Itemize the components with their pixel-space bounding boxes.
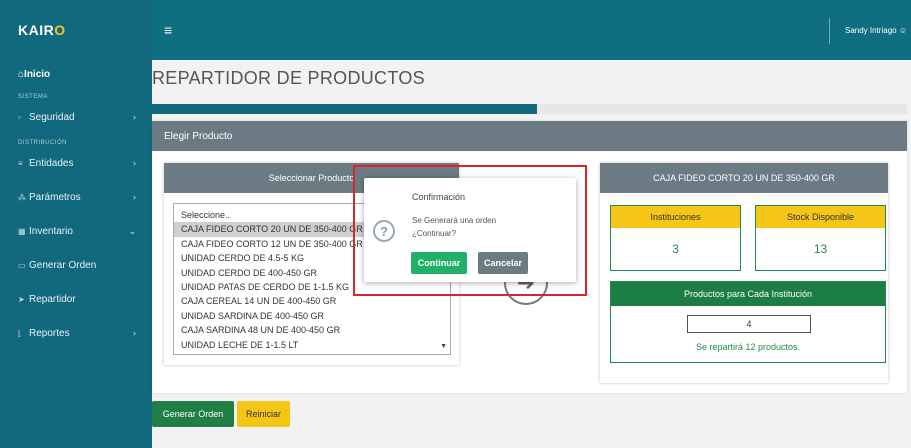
brand-logo[interactable]: KAIR O <box>0 0 152 60</box>
sidebar-item-generar-orden[interactable]: ▭ Generar Orden <box>0 248 152 282</box>
user-name: Sandy Intriago <box>845 26 897 35</box>
topbar-divider <box>829 18 830 44</box>
sidebar-item-label: Reportes <box>29 327 70 339</box>
product-info-title: CAJA FIDEO CORTO 20 UN DE 350-400 GR <box>600 163 888 193</box>
sidebar-item-label: Parámetros <box>29 191 81 203</box>
chevron-right-icon: › <box>133 158 136 168</box>
sidebar-item-label: Entidades <box>29 157 74 169</box>
product-option[interactable]: CAJA CEREAL 14 UN DE 400-450 GR <box>174 294 450 308</box>
sidebar-section-distribucion: DISTRIBUCIÓN <box>18 140 68 146</box>
brand-accent: O <box>54 22 66 38</box>
sitemap-icon: ⁂ <box>18 192 26 202</box>
send-icon: ➤ <box>18 294 25 304</box>
table-icon: ▦ <box>18 226 26 236</box>
sidebar-item-entidades[interactable]: ≡ Entidades › <box>0 146 152 180</box>
chart-icon: ⌊ <box>18 328 22 338</box>
lock-icon: ▫ <box>18 112 21 122</box>
repartira-text: Se repartirá 12 productos. <box>695 342 801 352</box>
progress-bar <box>152 104 907 114</box>
sidebar: KAIR O ⌂ Inicio SISTEMA ▫ Seguridad › DIS… <box>0 0 152 448</box>
chevron-down-icon: ⌄ <box>128 225 136 236</box>
dialog-title: Confirmación <box>412 192 466 202</box>
productos-por-institucion-box: Productos para Cada Institución 4 Se rep… <box>610 281 886 363</box>
sidebar-item-inventario[interactable]: ▦ Inventario ⌄ <box>0 214 152 248</box>
topbar: ≡ Sandy Intriago ☺ <box>152 0 911 60</box>
product-option[interactable]: UNIDAD SARDINA DE 400-450 GR <box>174 309 450 323</box>
panel-title: Elegir Producto <box>152 121 907 151</box>
product-option[interactable]: UNIDAD LECHE DE 1-1.5 LT <box>174 338 450 352</box>
scroll-down-icon[interactable]: ▼ <box>440 343 447 350</box>
sidebar-item-label: Repartidor <box>29 293 76 305</box>
instituciones-stat: Instituciones 3 <box>610 205 741 271</box>
sidebar-item-reportes[interactable]: ⌊ Reportes › <box>0 316 152 350</box>
product-info-card: CAJA FIDEO CORTO 20 UN DE 350-400 GR Ins… <box>600 163 888 383</box>
reiniciar-button[interactable]: Reiniciar <box>237 401 290 427</box>
sidebar-item-seguridad[interactable]: ▫ Seguridad › <box>0 100 152 134</box>
sidebar-item-repartidor[interactable]: ➤ Repartidor <box>0 282 152 316</box>
sidebar-item-label: Inventario <box>29 225 73 237</box>
chevron-right-icon: › <box>133 192 136 202</box>
confirmation-dialog: Confirmación ? Se Generará una orden ¿Co… <box>364 178 576 282</box>
page-title: REPARTIDOR DE PRODUCTOS <box>152 68 425 88</box>
dialog-message-line1: Se Generará una orden <box>412 216 497 225</box>
card-icon: ▭ <box>18 260 26 270</box>
chevron-right-icon: › <box>133 112 136 122</box>
sidebar-section-sistema: SISTEMA <box>18 94 48 100</box>
sidebar-item-label: Inicio <box>24 68 51 80</box>
hamburger-menu-icon[interactable]: ≡ <box>164 22 172 38</box>
generar-orden-button[interactable]: Generar Orden <box>152 401 234 427</box>
cancelar-button[interactable]: Cancelar <box>478 252 528 274</box>
sidebar-item-parametros[interactable]: ⁂ Parámetros › <box>0 180 152 214</box>
user-icon: ☺ <box>898 26 907 35</box>
productos-por-institucion-label: Productos para Cada Institución <box>611 282 885 306</box>
product-option[interactable]: CAJA SARDINA 48 UN DE 400-450 GR <box>174 323 450 337</box>
continuar-button[interactable]: Continuar <box>411 252 467 274</box>
instituciones-value: 3 <box>672 242 679 256</box>
list-icon: ≡ <box>18 158 23 168</box>
question-icon: ? <box>373 220 395 242</box>
sidebar-item-label: Seguridad <box>29 111 75 123</box>
stock-label: Stock Disponible <box>756 206 885 228</box>
brand-main: KAIR <box>18 22 55 38</box>
sidebar-item-label: Generar Orden <box>29 259 97 271</box>
sidebar-item-inicio[interactable]: ⌂ Inicio <box>0 60 152 88</box>
dialog-message-line2: ¿Continuar? <box>412 229 457 238</box>
quantity-input[interactable]: 4 <box>687 315 811 333</box>
stock-stat: Stock Disponible 13 <box>755 205 886 271</box>
chevron-right-icon: › <box>133 328 136 338</box>
instituciones-label: Instituciones <box>611 206 740 228</box>
progress-bar-fill <box>152 104 538 114</box>
user-menu[interactable]: Sandy Intriago ☺ <box>845 26 907 35</box>
stock-value: 13 <box>813 242 828 256</box>
